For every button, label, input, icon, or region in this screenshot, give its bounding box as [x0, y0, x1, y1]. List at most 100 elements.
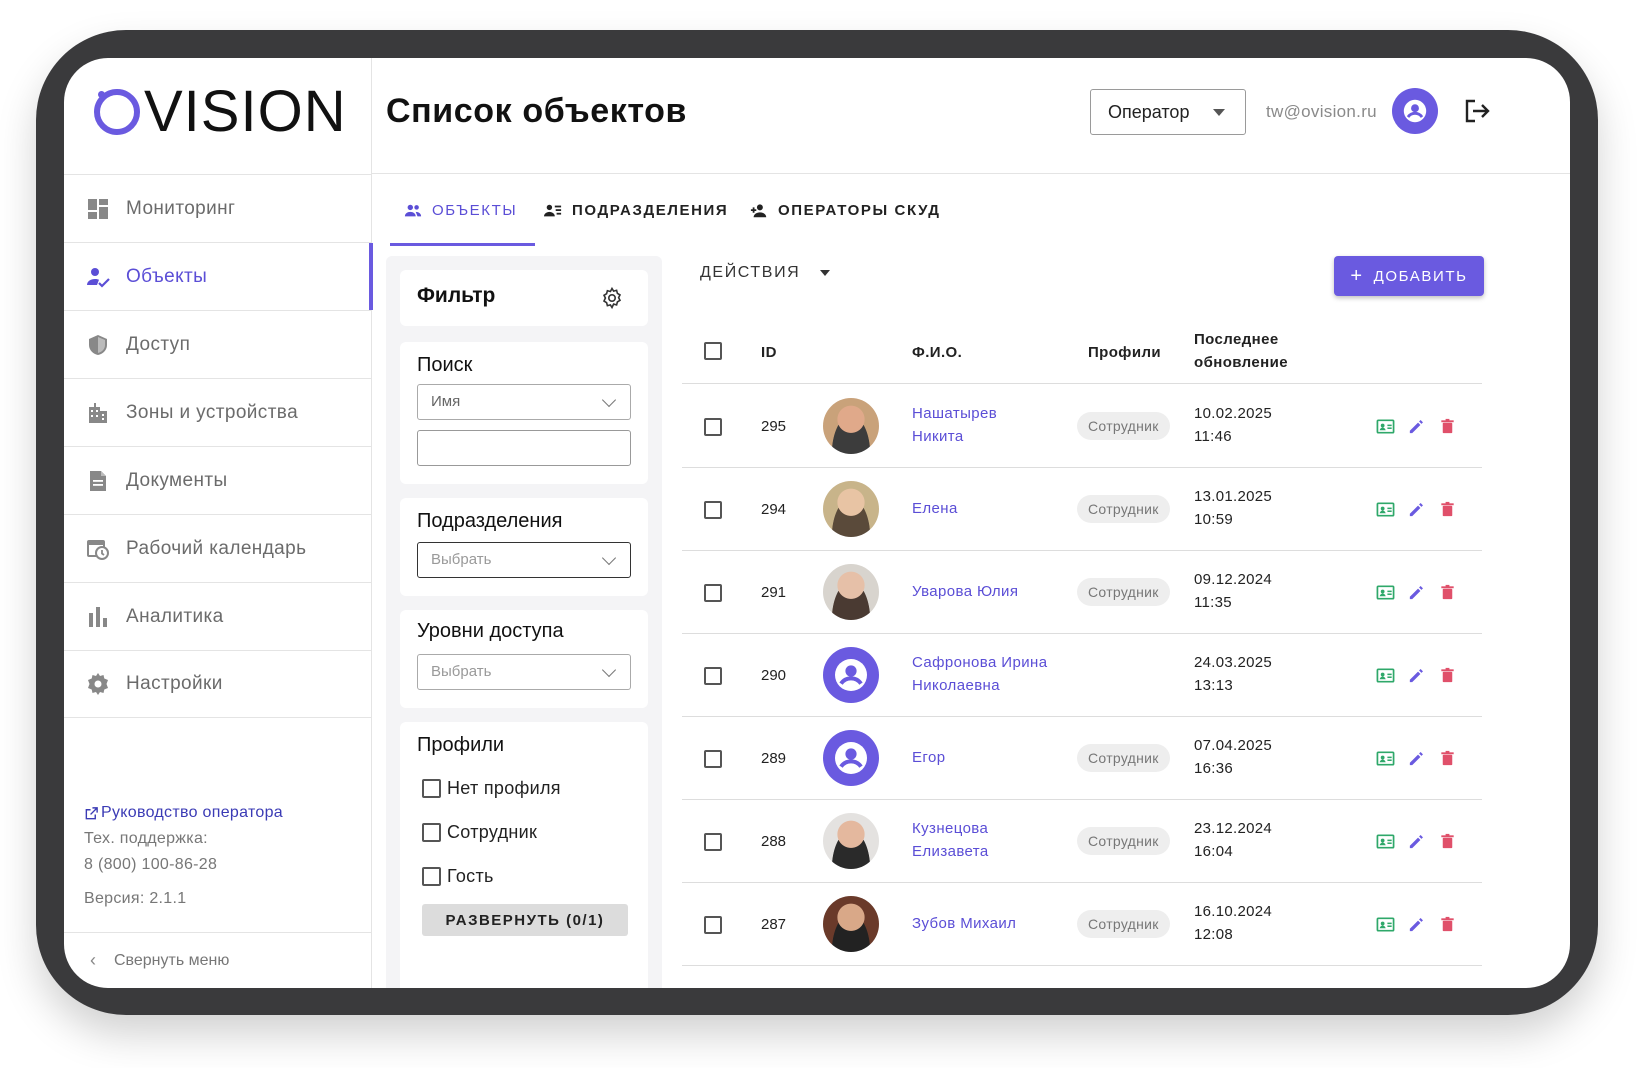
shield-icon: [86, 333, 110, 357]
object-name-link[interactable]: Сафронова Ирина Николаевна: [912, 651, 1047, 697]
object-id: 294: [761, 501, 787, 518]
support-label: Тех. поддержка:: [84, 830, 208, 847]
access-levels-select[interactable]: Выбрать: [417, 654, 631, 690]
sidebar: VISION Мониторинг Объекты Доступ Зоны и уст…: [64, 58, 373, 988]
profile-checkbox-employee[interactable]: Сотрудник: [422, 822, 537, 843]
column-name: Ф.И.О.: [912, 344, 963, 361]
row-checkbox[interactable]: [704, 833, 722, 851]
sidebar-item-5[interactable]: Рабочий календарь: [64, 514, 372, 582]
edit-icon[interactable]: [1407, 915, 1426, 934]
operator-guide-link[interactable]: Руководство оператора: [84, 800, 283, 826]
edit-icon[interactable]: [1407, 749, 1426, 768]
edit-icon[interactable]: [1407, 832, 1426, 851]
profile-checkbox-guest[interactable]: Гость: [422, 866, 494, 887]
edit-icon[interactable]: [1407, 500, 1426, 519]
id-card-icon[interactable]: [1376, 417, 1395, 436]
object-id: 287: [761, 916, 787, 933]
row-actions: [1376, 832, 1469, 851]
tab-bar: ОБЪЕКТЫ ПОДРАЗДЕЛЕНИЯ ОПЕРАТОРЫ СКУД: [372, 174, 1570, 246]
row-checkbox[interactable]: [704, 667, 722, 685]
id-card-icon[interactable]: [1376, 583, 1395, 602]
delete-icon[interactable]: [1438, 749, 1457, 768]
object-name-link[interactable]: Кузнецова Елизавета: [912, 817, 989, 863]
delete-icon[interactable]: [1438, 915, 1457, 934]
delete-icon[interactable]: [1438, 500, 1457, 519]
search-field-select[interactable]: Имя: [417, 384, 631, 420]
sidebar-item-label: Документы: [126, 469, 228, 491]
table-row[interactable]: 287 Зубов Михаил Сотрудник 16.10.2024 12:08: [682, 883, 1482, 966]
sidebar-item-1[interactable]: Объекты: [64, 242, 373, 310]
sidebar-item-0[interactable]: Мониторинг: [64, 174, 372, 242]
tab-objects[interactable]: ОБЪЕКТЫ: [389, 202, 536, 246]
sidebar-item-2[interactable]: Доступ: [64, 310, 372, 378]
profile-badge: Сотрудник: [1077, 910, 1170, 938]
collapse-menu-button[interactable]: ‹ Свернуть меню: [64, 932, 372, 988]
id-card-icon[interactable]: [1376, 666, 1395, 685]
profile-badge: Сотрудник: [1077, 412, 1170, 440]
sidebar-footer: Руководство оператора Тех. поддержка: 8 …: [84, 800, 283, 912]
actions-dropdown[interactable]: ДЕЙСТВИЯ: [700, 264, 831, 282]
edit-icon[interactable]: [1407, 666, 1426, 685]
table-row[interactable]: 289 Егор Сотрудник 07.04.2025 16:36: [682, 717, 1482, 800]
edit-icon[interactable]: [1407, 417, 1426, 436]
delete-icon[interactable]: [1438, 666, 1457, 685]
table-row[interactable]: 294 Елена Сотрудник 13.01.2025 10:59: [682, 468, 1482, 551]
user-avatar[interactable]: [1392, 88, 1438, 134]
last-updated: 13.01.2025 10:59: [1194, 488, 1273, 528]
delete-icon[interactable]: [1438, 417, 1457, 436]
sidebar-item-4[interactable]: Документы: [64, 446, 372, 514]
expand-profiles-button[interactable]: РАЗВЕРНУТЬ (0/1): [422, 904, 628, 936]
row-actions: [1376, 666, 1469, 685]
row-checkbox[interactable]: [704, 750, 722, 768]
tab-acs-operators[interactable]: ОПЕРАТОРЫ СКУД: [750, 202, 941, 246]
person-check-icon: [86, 265, 110, 289]
row-checkbox[interactable]: [704, 418, 722, 436]
row-checkbox[interactable]: [704, 501, 722, 519]
id-card-icon[interactable]: [1376, 832, 1395, 851]
sidebar-item-label: Настройки: [126, 673, 223, 694]
caret-down-icon: [820, 270, 831, 276]
last-updated: 07.04.2025 16:36: [1194, 737, 1273, 777]
edit-icon[interactable]: [1407, 583, 1426, 602]
departments-select[interactable]: Выбрать: [417, 542, 631, 578]
object-photo: [823, 896, 879, 952]
object-name-link[interactable]: Зубов Михаил: [912, 912, 1016, 935]
table-row[interactable]: 288 Кузнецова Елизавета Сотрудник 23.12.2024…: [682, 800, 1482, 883]
id-card-icon[interactable]: [1376, 749, 1395, 768]
row-checkbox[interactable]: [704, 584, 722, 602]
select-all-checkbox[interactable]: [704, 342, 722, 360]
profile-checkbox-none[interactable]: Нет профиля: [422, 778, 561, 799]
top-bar: Список объектов Оператор tw@ovision.ru: [372, 58, 1570, 174]
sidebar-item-7[interactable]: Настройки: [64, 650, 372, 718]
object-photo: [823, 813, 879, 869]
delete-icon[interactable]: [1438, 583, 1457, 602]
id-card-icon[interactable]: [1376, 500, 1395, 519]
table-row[interactable]: 290 Сафронова Ирина Николаевна 24.03.2025 13…: [682, 634, 1482, 717]
last-updated: 23.12.2024 16:04: [1194, 820, 1273, 860]
id-card-icon[interactable]: [1376, 915, 1395, 934]
object-name-link[interactable]: Уварова Юлия: [912, 580, 1018, 603]
profile-badge: Сотрудник: [1077, 495, 1170, 523]
people-icon: [404, 204, 422, 217]
role-select[interactable]: Оператор: [1090, 89, 1246, 135]
sidebar-item-6[interactable]: Аналитика: [64, 582, 372, 650]
delete-icon[interactable]: [1438, 832, 1457, 851]
table-header: ID Ф.И.О. Профили Последнее обновление: [682, 318, 1482, 384]
last-updated: 09.12.2024 11:35: [1194, 571, 1273, 611]
logout-icon[interactable]: [1462, 96, 1492, 126]
object-name-link[interactable]: Егор: [912, 746, 945, 769]
add-button[interactable]: + ДОБАВИТЬ: [1334, 256, 1484, 296]
table-row[interactable]: 295 Нашатырев Никита Сотрудник 10.02.2025 11:…: [682, 385, 1482, 468]
sidebar-item-3[interactable]: Зоны и устройства: [64, 378, 372, 446]
tab-departments[interactable]: ПОДРАЗДЕЛЕНИЯ: [544, 202, 728, 246]
row-checkbox[interactable]: [704, 916, 722, 934]
object-name-link[interactable]: Нашатырев Никита: [912, 402, 997, 448]
bar-chart-icon: [86, 605, 110, 629]
table-row[interactable]: 291 Уварова Юлия Сотрудник 09.12.2024 11:35: [682, 551, 1482, 634]
gear-icon[interactable]: [600, 286, 624, 310]
search-input[interactable]: [417, 430, 631, 466]
access-levels-card: Уровни доступа Выбрать: [400, 610, 648, 708]
logo: VISION: [94, 79, 347, 144]
object-name-link[interactable]: Елена: [912, 497, 958, 520]
chevron-down-icon: [601, 662, 617, 678]
